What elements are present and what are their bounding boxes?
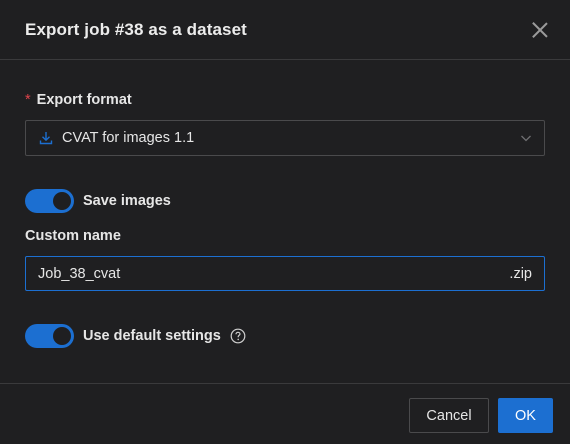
custom-name-input[interactable]: Job_38_cvat .zip [25, 256, 545, 291]
download-icon [39, 132, 53, 145]
custom-name-suffix: .zip [509, 265, 532, 282]
ok-button[interactable]: OK [498, 398, 553, 433]
save-images-row: Save images [25, 189, 171, 213]
toggle-knob [53, 192, 71, 210]
cancel-button[interactable]: Cancel [409, 398, 489, 433]
dialog-header: Export job #38 as a dataset [0, 0, 570, 60]
custom-name-value: Job_38_cvat [38, 265, 121, 282]
save-images-label: Save images [83, 193, 171, 209]
question-circle-icon[interactable] [230, 328, 246, 344]
close-icon[interactable] [532, 22, 548, 38]
custom-name-label: Custom name [25, 228, 121, 244]
export-format-value: CVAT for images 1.1 [62, 130, 195, 146]
export-format-label-text: Export format [36, 92, 132, 108]
default-settings-row: Use default settings [25, 324, 246, 348]
default-settings-toggle[interactable] [25, 324, 74, 348]
toggle-knob [53, 327, 71, 345]
dialog-footer: Cancel OK [0, 383, 570, 444]
export-format-label: * Export format [25, 92, 132, 108]
required-mark: * [25, 92, 31, 108]
default-settings-label: Use default settings [83, 328, 221, 344]
chevron-down-icon [521, 135, 531, 142]
dialog-title: Export job #38 as a dataset [25, 19, 247, 39]
save-images-toggle[interactable] [25, 189, 74, 213]
export-format-select[interactable]: CVAT for images 1.1 [25, 120, 545, 156]
export-dialog: Export job #38 as a dataset * Export form… [0, 0, 570, 444]
